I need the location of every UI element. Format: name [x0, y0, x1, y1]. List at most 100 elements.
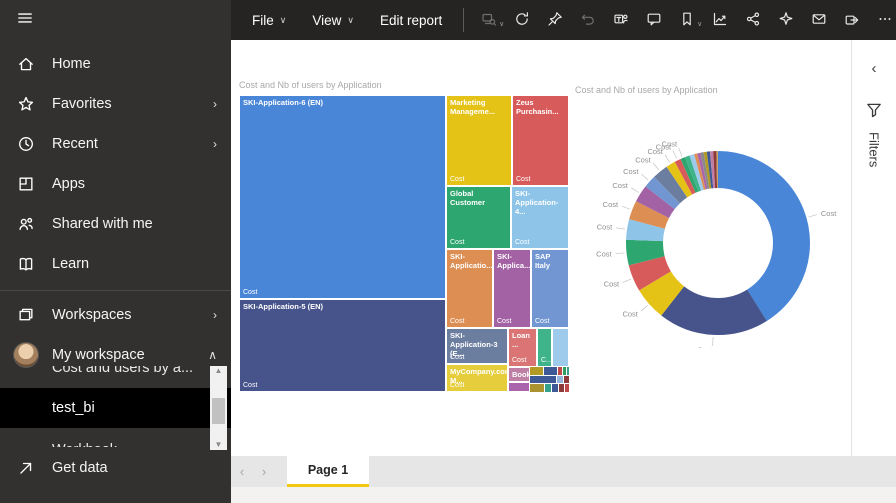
pages-prev-icon[interactable]: ‹	[231, 464, 253, 479]
scroll-up-icon[interactable]: ▲	[215, 367, 223, 375]
treemap-value-label: Cost	[515, 239, 529, 246]
donut-data-label: Cost	[604, 279, 620, 288]
share-button[interactable]	[835, 0, 868, 40]
treemap-small-tile[interactable]	[565, 384, 569, 392]
treemap-tile[interactable]: Loan ...Cost	[508, 328, 537, 367]
sidebar-item-get-data[interactable]: Get data	[0, 448, 231, 488]
comment-icon	[646, 11, 662, 30]
chevron-down-icon: ∨	[347, 15, 354, 26]
topbar-menus: File∨View∨ Edit report	[239, 0, 455, 40]
treemap-small-tile[interactable]	[552, 384, 558, 392]
home-icon	[16, 54, 36, 74]
apps-icon	[16, 174, 36, 194]
treemap-tile[interactable]: Book...	[508, 367, 530, 382]
filters-pane-label[interactable]: Filters	[867, 132, 882, 167]
pages-next-icon[interactable]: ›	[253, 464, 275, 479]
treemap-small-tile[interactable]	[558, 367, 562, 375]
donut-label-line	[616, 253, 625, 254]
donut-label-line	[642, 174, 649, 180]
page-tab[interactable]: Page 1	[287, 456, 369, 487]
layers-icon	[16, 305, 36, 325]
donut-visual: Cost and Nb of users by Application Cost…	[575, 85, 859, 385]
menu-file[interactable]: File∨	[239, 0, 299, 40]
treemap-value-label: Cost	[450, 354, 464, 361]
scroll-down-icon[interactable]: ▼	[215, 441, 223, 449]
explore-icon	[481, 11, 497, 30]
avatar	[13, 342, 39, 368]
sidebar-item-label: Learn	[52, 256, 89, 272]
donut-label-line	[631, 188, 639, 193]
donut-data-label: Cost	[597, 223, 613, 232]
treemap-tile[interactable]: Zeus Purchasin...Cost	[512, 95, 569, 186]
people-icon	[16, 214, 36, 234]
explore-button[interactable]: ∨	[472, 0, 505, 40]
scrollbar-thumb[interactable]	[212, 398, 225, 424]
bottom-strip	[231, 487, 896, 503]
treemap-tile[interactable]: SKI-Application-5 (EN)Cost	[239, 299, 446, 392]
more-button[interactable]	[868, 0, 896, 40]
treemap-small-tile[interactable]	[545, 384, 551, 392]
sidebar-item-learn[interactable]: Learn	[0, 244, 231, 284]
treemap-tile-label: SKI-Application-6 (EN)	[240, 96, 445, 107]
treemap-small-tile[interactable]	[544, 367, 557, 375]
treemap-value-label: Cost	[450, 318, 464, 325]
document-item-clipped-bottom[interactable]: Workbook	[0, 430, 231, 447]
treemap-value-label: C...	[541, 357, 552, 364]
page-tab-label: Page 1	[308, 463, 348, 477]
share-network-button[interactable]	[736, 0, 769, 40]
treemap-small-tile[interactable]	[530, 376, 556, 383]
filter-funnel-icon[interactable]	[865, 101, 883, 124]
treemap-tile[interactable]: SAP ItalyCost	[531, 249, 569, 328]
bookmark-icon	[679, 11, 695, 30]
mail-button[interactable]	[802, 0, 835, 40]
treemap-tile[interactable]: Marketing Manageme...Cost	[446, 95, 512, 186]
hamburger-menu-button[interactable]	[0, 0, 231, 40]
bookmark-button[interactable]: ∨	[670, 0, 703, 40]
sidebar-item-shared-with-me[interactable]: Shared with me	[0, 204, 231, 244]
treemap-tile[interactable]: MyCompany.com M...Cost	[446, 364, 508, 392]
treemap-tile[interactable]	[552, 328, 569, 367]
sidebar-item-workspaces[interactable]: Workspaces ›	[0, 295, 231, 335]
menu-view[interactable]: View∨	[299, 0, 367, 40]
sidebar-item-label: Recent	[52, 136, 98, 152]
treemap-small-tile[interactable]	[557, 376, 563, 383]
menu-label: Edit report	[380, 13, 442, 28]
treemap-tile[interactable]: SKI-Application-6 (EN)Cost	[239, 95, 446, 299]
treemap-tile-label: SKI-Application-5 (EN)	[240, 300, 445, 311]
comment-button[interactable]	[637, 0, 670, 40]
sparkle-button[interactable]	[769, 0, 802, 40]
book-icon	[16, 254, 36, 274]
document-item-clipped-top[interactable]: Cost and users by a...	[0, 366, 231, 388]
treemap-tile[interactable]: SKI-Application-4...Cost	[511, 186, 569, 249]
treemap-tile[interactable]: Global CustomerCost	[446, 186, 511, 249]
treemap-tile[interactable]	[508, 382, 530, 392]
donut-label-line	[679, 148, 682, 156]
pin-button[interactable]	[538, 0, 571, 40]
refresh-button[interactable]	[505, 0, 538, 40]
treemap-small-tile[interactable]	[567, 367, 569, 375]
treemap-value-label: Cost	[450, 176, 464, 183]
treemap-small-tile[interactable]	[559, 384, 564, 392]
expand-filters-chevron-icon[interactable]: ‹	[872, 60, 877, 77]
treemap-tile[interactable]: C...	[537, 328, 552, 367]
treemap-tile[interactable]: SKI-Application-3 (E...Cost	[446, 328, 508, 364]
teams-button[interactable]	[604, 0, 637, 40]
menu-edit-report[interactable]: Edit report	[367, 0, 455, 40]
treemap-small-tile[interactable]	[530, 384, 544, 392]
chevron-right-icon: ›	[213, 308, 217, 322]
sidebar-item-apps[interactable]: Apps	[0, 164, 231, 204]
sidebar-item-home[interactable]: Home	[0, 44, 231, 84]
sidebar-item-favorites[interactable]: Favorites›	[0, 84, 231, 124]
treemap-tile[interactable]: SKI-Applica...Cost	[493, 249, 531, 328]
chevron-right-icon: ›	[213, 97, 217, 111]
donut-label-line	[653, 163, 659, 170]
document-item-selected[interactable]: test_bi	[0, 388, 231, 428]
sidebar-scrollbar[interactable]: ▲ ▼	[210, 366, 227, 450]
treemap-small-tile[interactable]	[564, 376, 569, 383]
metrics-button[interactable]	[703, 0, 736, 40]
undo-button[interactable]	[571, 0, 604, 40]
treemap-small-tile[interactable]	[530, 367, 543, 375]
treemap-tile[interactable]: SKI-Applicatio...Cost	[446, 249, 493, 328]
treemap-small-tile[interactable]	[563, 367, 566, 375]
sidebar-item-recent[interactable]: Recent›	[0, 124, 231, 164]
